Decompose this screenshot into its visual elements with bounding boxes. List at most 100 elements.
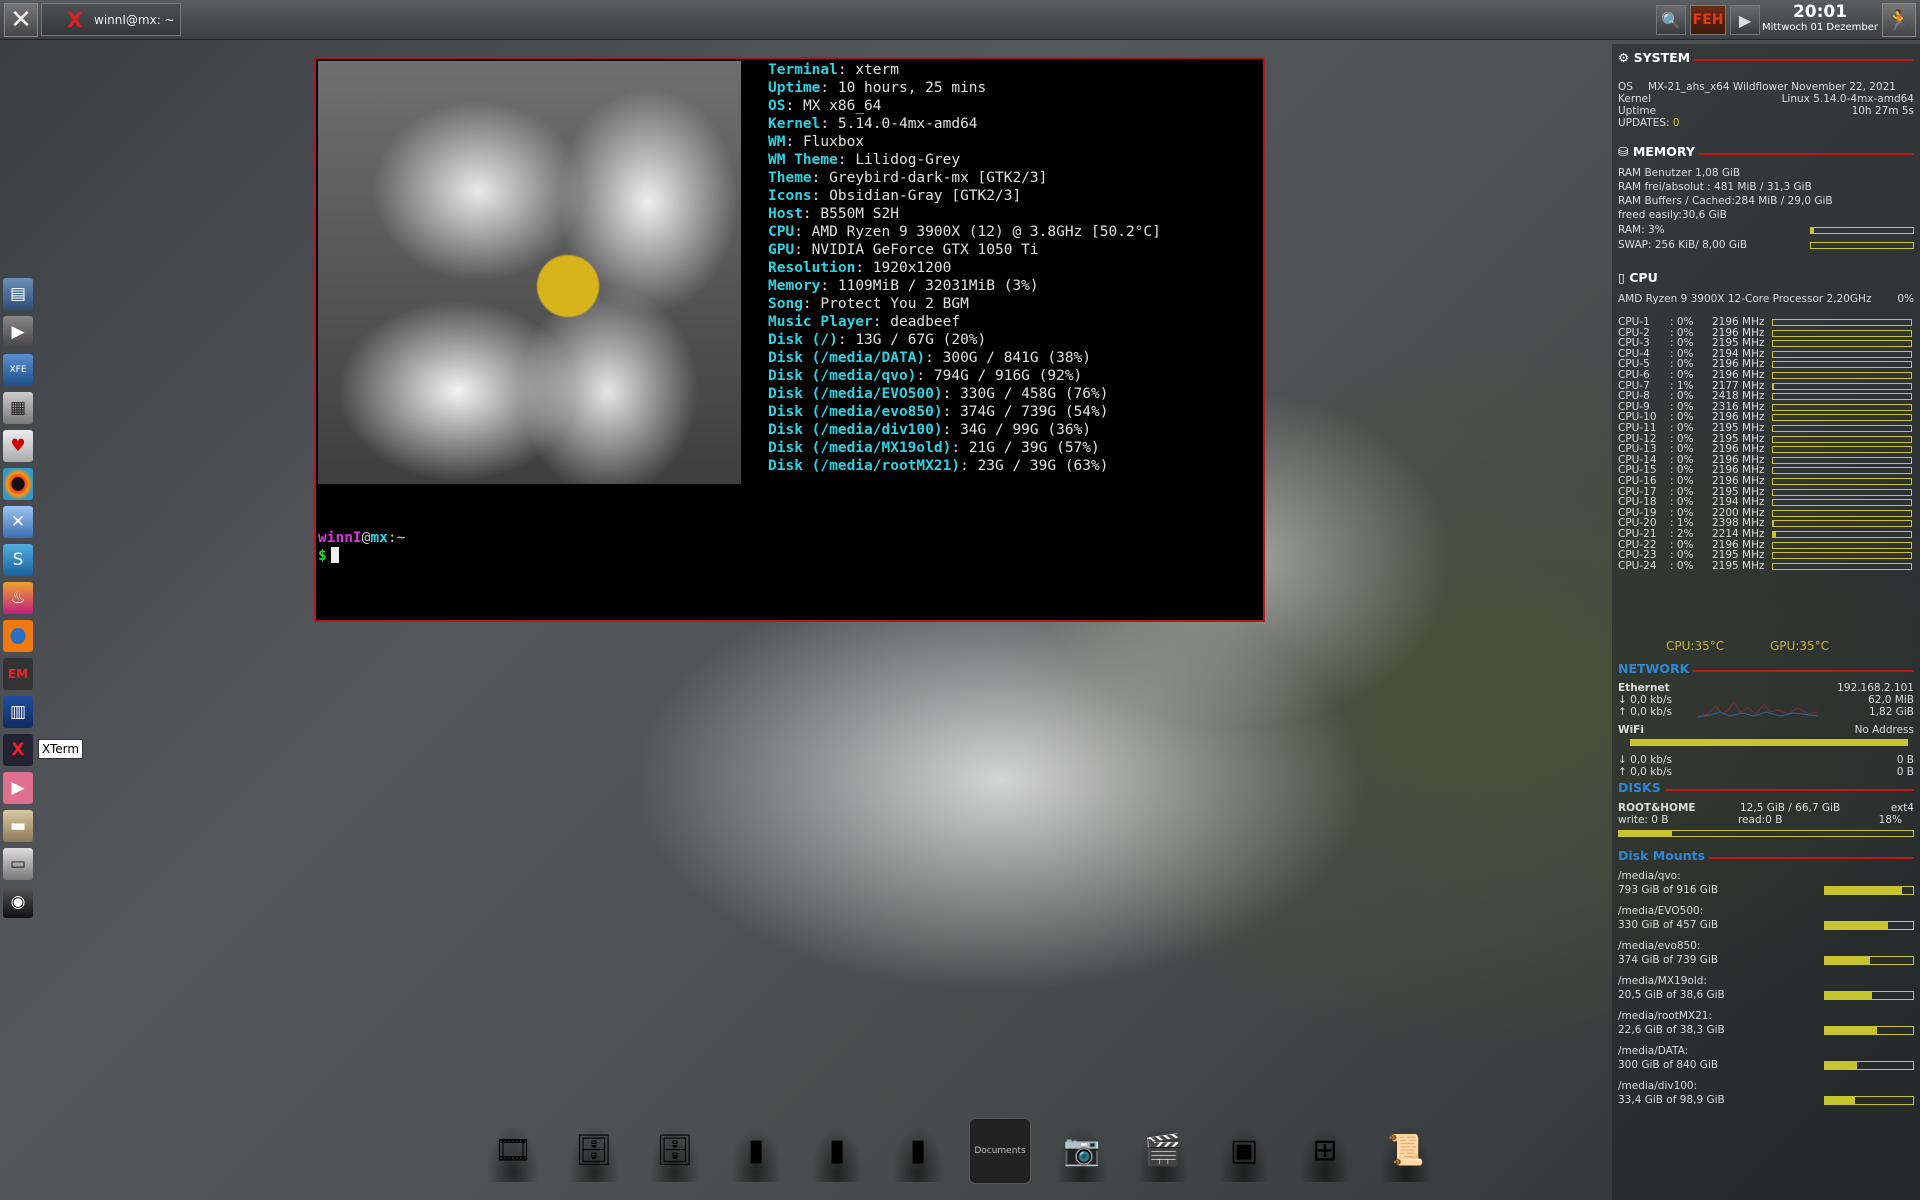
download-icon: ↓ [1618,694,1627,706]
launcher-firefox[interactable] [3,620,33,652]
cpu-title: CPU [1629,270,1658,285]
cpu-chip-icon: ▯ [1618,270,1630,285]
mount-size: 33,4 GiB of 98,9 GiB [1618,1094,1725,1106]
search-button[interactable]: 🔍 [1656,5,1686,35]
neofetch-line: Music Player: deadbeef [768,314,961,330]
dock-media-player[interactable]: 🎬 [1133,1118,1193,1182]
dock-documents[interactable]: Documents [969,1118,1031,1184]
kernel-value: Linux 5.14.0-4mx-amd64 [1781,93,1914,105]
cpu-core-bar [1772,562,1912,570]
play-button[interactable]: ▶ [1730,5,1760,35]
launcher-xterm[interactable]: X [3,734,33,766]
cpu-total: 0% [1897,293,1914,305]
neofetch-line: WM Theme: Lilidog-Grey [768,152,961,168]
cpu-core-name: CPU-24 [1618,559,1657,572]
neofetch-key: Disk (/media/div100) [768,422,943,438]
taskbar-task-xterm[interactable]: X winnI@mx: ~ [41,3,181,36]
cpu-core-bar-fill [1773,383,1775,389]
wifi-up-row: ↑ 0,0 kb/s 0 B [1618,766,1914,778]
neofetch-line: Song: Protect You 2 BGM [768,296,969,312]
mount-bar [1824,1026,1914,1035]
dock-black-drive[interactable]: ▮ [807,1118,867,1182]
launcher-em[interactable]: EM [3,658,33,690]
launcher-aperture[interactable] [3,468,33,500]
launcher-solitaire[interactable]: ♥ [3,430,33,462]
mount-bar [1824,956,1914,965]
mount-size-row: 330 GiB of 457 GiB [1618,919,1914,931]
documents-folder-icon: Documents [974,1146,1026,1156]
clock[interactable]: 20:01 Mittwoch 01 Dezember [1760,2,1880,34]
disks-title: DISKS [1618,780,1661,795]
cpu-core-bar [1772,350,1912,358]
dock: 🎞 🗄 🗄 ▮ ▮ ▮ Documents 📷 🎬 ▣ ⊞ 📜 [483,1118,1457,1190]
network-title: NETWORK [1618,661,1690,676]
cpu-core-bar [1772,329,1912,337]
cpu-core-bar [1772,435,1912,443]
xterm-window[interactable]: Terminal: xterm Uptime: 10 hours, 25 mins… [314,57,1265,622]
root-row: ROOT&HOME 12,5 GiB / 66,7 GiB ext4 [1618,802,1914,814]
neofetch-value: 1109MiB / 32031MiB (3%) [837,278,1039,294]
ethernet-ip: 192.168.2.101 [1837,682,1914,694]
mount-size: 793 GiB of 916 GiB [1618,884,1719,896]
updates-value: 0 [1672,117,1680,129]
launcher-swirl[interactable]: S [3,544,33,576]
neofetch-key: Theme [768,170,812,186]
neofetch-key: OS [768,98,786,114]
user-button[interactable]: 🏃 [1882,3,1916,37]
neofetch-line: Disk (/media/qvo): 794G / 916G (92%) [768,368,1083,384]
neofetch-line: Disk (/media/MX19old): 21G / 39G (57%) [768,440,1100,456]
dock-usb-drive[interactable]: ▮ [726,1118,786,1182]
launcher-book[interactable]: ▬ [3,810,33,842]
dock-safe[interactable]: ▣ [1214,1118,1274,1182]
root-bar [1618,830,1914,837]
mount-size: 374 GiB of 739 GiB [1618,954,1719,966]
download-icon: ↓ [1618,754,1627,766]
mount-path: /media/rootMX21: [1618,1010,1712,1022]
neofetch-value: Protect You 2 BGM [820,296,969,312]
start-menu-button[interactable]: ✕ [4,3,38,37]
dock-drive[interactable]: 🗄 [564,1118,624,1182]
neofetch-line: Disk (/media/div100): 34G / 99G (36%) [768,422,1092,438]
neofetch-key: Disk (/media/EVO500) [768,386,943,402]
mount-bar [1824,886,1914,895]
launcher-news[interactable]: ▥ [3,696,33,728]
neofetch-key: CPU [768,224,795,240]
launcher-file-manager[interactable]: ▤ [3,278,33,310]
cpu-core-bar [1772,488,1912,496]
xfe-icon: XFE [9,365,27,375]
neofetch-value: AMD Ryzen 9 3900X (12) @ 3.8GHz [50.2°C] [811,224,1161,240]
neofetch-key: Memory [768,278,821,294]
feh-button[interactable]: FEH [1690,5,1726,35]
ram-percent: RAM: 3% [1618,224,1665,236]
mount-path: /media/qvo: [1618,870,1681,882]
webcam-icon: 📷 [1063,1132,1101,1168]
cpu-core-bar [1772,361,1912,369]
neofetch-key: Resolution [768,260,856,276]
dock-webcam[interactable]: 📷 [1052,1118,1112,1182]
cpu-model-row: AMD Ryzen 9 3900X 12-Core Processor 2,20… [1618,293,1914,305]
launcher-xfe[interactable]: XFE [3,354,33,386]
dock-film-reel[interactable]: 🎞 [483,1118,543,1182]
dock-drive-2[interactable]: 🗄 [645,1118,705,1182]
launcher-xterm-blue[interactable]: ✕ [3,506,33,538]
mount-path: /media/MX19old: [1618,975,1707,987]
mount-path: /media/EVO500: [1618,905,1704,917]
launcher-camera[interactable]: ◉ [3,886,33,918]
launcher-media-player[interactable]: ▶ [3,316,33,348]
launcher-youtube[interactable]: ▶ [3,772,33,804]
neofetch-value: 21G / 39G (57%) [968,440,1100,456]
root-label: ROOT&HOME [1618,802,1696,814]
launcher-calculator[interactable]: ▦ [3,392,33,424]
shell-prompt[interactable]: winnI@mx:~ $ [318,529,405,565]
dock-papers[interactable]: 📜 [1376,1118,1436,1182]
launcher-flame[interactable]: ♨ [3,582,33,614]
mount-size: 22,6 GiB of 38,3 GiB [1618,1024,1725,1036]
cpu-core-bar [1772,382,1912,390]
launcher-scanner[interactable]: ▭ [3,848,33,880]
neofetch-key: Disk (/) [768,332,838,348]
wifi-address: No Address [1854,724,1914,736]
feh-label: FEH [1692,12,1724,28]
dock-windows[interactable]: ⊞ [1295,1118,1355,1182]
mount-bar-fill [1825,957,1870,964]
dock-external-drive[interactable]: ▮ [888,1118,948,1182]
